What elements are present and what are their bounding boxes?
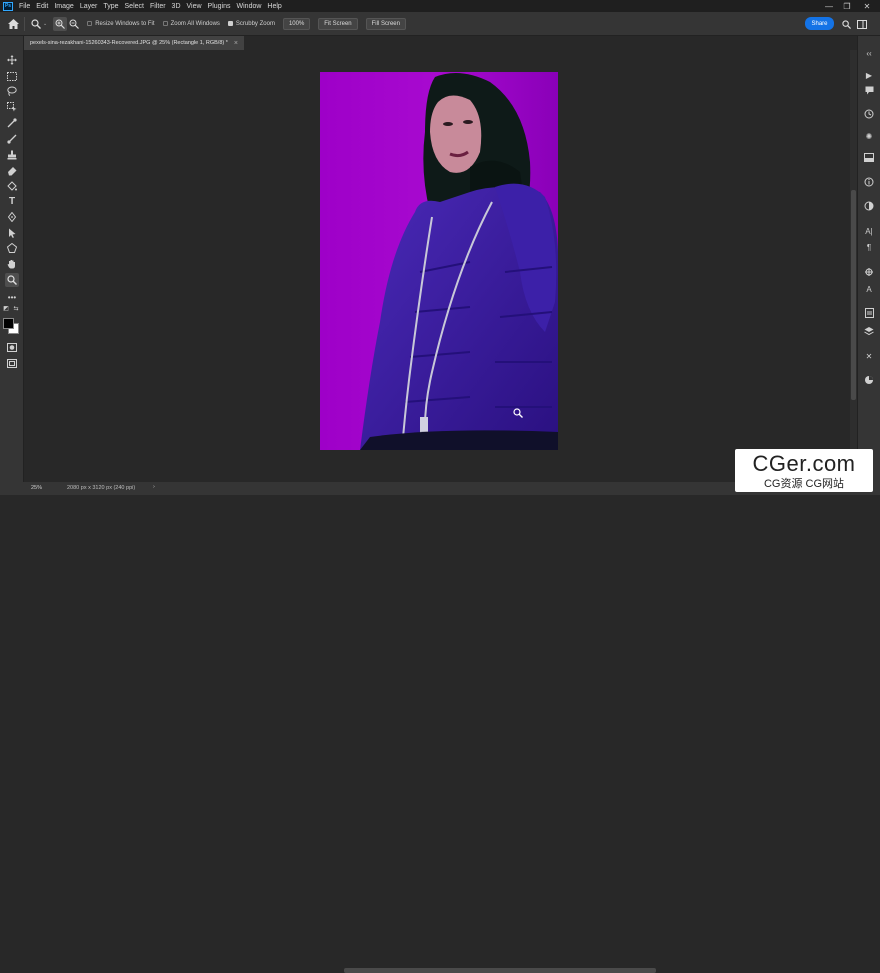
watermark-subtitle: CG资源 CG网站	[763, 478, 845, 490]
menu-image[interactable]: Image	[54, 3, 73, 10]
horizontal-scroll-thumb[interactable]	[344, 968, 656, 973]
panel-dock: ‹‹ ▶ ✺ A| ¶ A ✕	[857, 36, 880, 482]
menu-edit[interactable]: Edit	[36, 3, 48, 10]
zoom-in-icon[interactable]	[53, 16, 68, 31]
fill-screen-button[interactable]: Fill Screen	[365, 17, 406, 30]
zoom-all-windows-label: Zoom All Windows	[170, 20, 220, 27]
options-bar: ⌄ Resize Windows to Fit Zoom All Windows…	[0, 12, 880, 36]
menu-select[interactable]: Select	[125, 3, 144, 10]
chevron-down-icon[interactable]: ⌄	[43, 21, 47, 27]
layers-icon[interactable]	[862, 324, 876, 338]
tools-panel: T ••• ◩ ⇆	[0, 36, 24, 482]
menu-layer[interactable]: Layer	[80, 3, 98, 10]
menu-type[interactable]: Type	[103, 3, 118, 10]
workspace-icon[interactable]	[855, 17, 869, 31]
resize-windows-checkbox[interactable]: Resize Windows to Fit	[87, 20, 155, 27]
checkbox-box-checked	[227, 21, 233, 26]
checkbox-box	[162, 21, 168, 26]
object-selection-tool-icon[interactable]	[5, 100, 19, 114]
tools-icon[interactable]: ✕	[862, 349, 876, 363]
document-tabs: pexels-sina-rezakhani-15260343-Recovered…	[24, 36, 850, 50]
menu-bar: Ps File Edit Image Layer Type Select Fil…	[0, 0, 880, 12]
menu-filter[interactable]: Filter	[150, 3, 166, 10]
zoom-tool-icon[interactable]	[29, 17, 43, 31]
type-tool-icon[interactable]: T	[5, 194, 19, 208]
panel-collapse-icon[interactable]: ‹‹	[862, 46, 876, 60]
default-colors-icon[interactable]: ◩	[2, 304, 10, 312]
stamp-tool-icon[interactable]	[5, 148, 19, 162]
glyphs-icon[interactable]	[862, 265, 876, 279]
document-image[interactable]	[320, 72, 558, 450]
shape-tool-icon[interactable]	[5, 241, 19, 255]
menu-view[interactable]: View	[187, 3, 202, 10]
type-glyph-icon[interactable]: A	[862, 282, 876, 296]
quick-mask-icon[interactable]	[5, 340, 19, 354]
menu-3d[interactable]: 3D	[172, 3, 181, 10]
search-icon[interactable]	[839, 17, 853, 31]
close-icon[interactable]: ×	[234, 40, 238, 47]
portrait-photo	[360, 73, 558, 450]
resize-windows-label: Resize Windows to Fit	[95, 20, 155, 27]
menu-help[interactable]: Help	[267, 3, 281, 10]
zoom-all-windows-checkbox[interactable]: Zoom All Windows	[162, 20, 220, 27]
document-tab[interactable]: pexels-sina-rezakhani-15260343-Recovered…	[24, 36, 244, 50]
path-selection-tool-icon[interactable]	[5, 226, 19, 240]
play-icon[interactable]: ▶	[862, 68, 876, 82]
divider	[24, 16, 25, 31]
paragraph-icon[interactable]: ¶	[862, 240, 876, 254]
close-window-button[interactable]: ✕	[858, 0, 876, 12]
color-wheel-icon[interactable]: ✺	[862, 129, 876, 143]
watermark: CGer.com CG资源 CG网站	[735, 449, 873, 492]
more-tools-icon[interactable]: •••	[5, 290, 19, 304]
hand-tool-icon[interactable]	[5, 257, 19, 271]
paint-bucket-tool-icon[interactable]	[5, 179, 19, 193]
swap-colors-icon[interactable]: ⇆	[12, 304, 20, 312]
info-icon[interactable]	[862, 175, 876, 189]
zoom-tool-active-icon[interactable]	[5, 273, 19, 287]
zoom-cursor-icon	[513, 405, 523, 423]
scrubby-zoom-checkbox[interactable]: Scrubby Zoom	[227, 20, 275, 27]
vertical-scroll-thumb[interactable]	[851, 190, 856, 400]
menu-window[interactable]: Window	[237, 3, 262, 10]
document-tab-title: pexels-sina-rezakhani-15260343-Recovered…	[30, 40, 228, 46]
zoom-100-button[interactable]: 100%	[282, 17, 311, 30]
pen-tool-icon[interactable]	[5, 210, 19, 224]
move-tool-icon[interactable]	[5, 53, 19, 67]
libraries-icon[interactable]	[862, 306, 876, 320]
foreground-color-swatch[interactable]	[3, 318, 14, 329]
comment-icon[interactable]	[862, 83, 876, 97]
brush-tool-icon[interactable]	[5, 132, 19, 146]
checkbox-box	[87, 21, 93, 26]
watermark-title: CGer.com	[752, 451, 856, 476]
status-doc-size: 2080 px x 3120 px (240 ppi)	[67, 485, 136, 491]
home-icon[interactable]	[6, 17, 20, 31]
eraser-tool-icon[interactable]	[5, 164, 19, 178]
share-button[interactable]: Share	[805, 17, 834, 30]
restore-button[interactable]: ❐	[838, 0, 856, 12]
history-icon[interactable]	[862, 107, 876, 121]
lasso-tool-icon[interactable]	[5, 84, 19, 98]
swatches-icon[interactable]	[862, 150, 876, 164]
marquee-tool-icon[interactable]	[5, 69, 19, 83]
status-zoom[interactable]: 25%	[31, 485, 42, 491]
adjustments-icon[interactable]	[862, 199, 876, 213]
screen-mode-icon[interactable]	[5, 356, 19, 370]
eyedropper-tool-icon[interactable]	[5, 116, 19, 130]
fit-screen-button[interactable]: Fit Screen	[318, 17, 358, 30]
status-arrow-icon[interactable]: ›	[153, 484, 155, 490]
zoom-out-icon[interactable]	[67, 17, 81, 31]
photoshop-logo-icon: Ps	[3, 1, 13, 11]
character-icon[interactable]: A|	[862, 224, 876, 238]
menu-plugins[interactable]: Plugins	[208, 3, 231, 10]
color-sampler-icon[interactable]	[862, 373, 876, 387]
scrubby-zoom-label: Scrubby Zoom	[235, 20, 275, 27]
minimize-button[interactable]: —	[820, 0, 838, 12]
vertical-scrollbar[interactable]	[850, 50, 857, 482]
menu-file[interactable]: File	[19, 3, 30, 10]
